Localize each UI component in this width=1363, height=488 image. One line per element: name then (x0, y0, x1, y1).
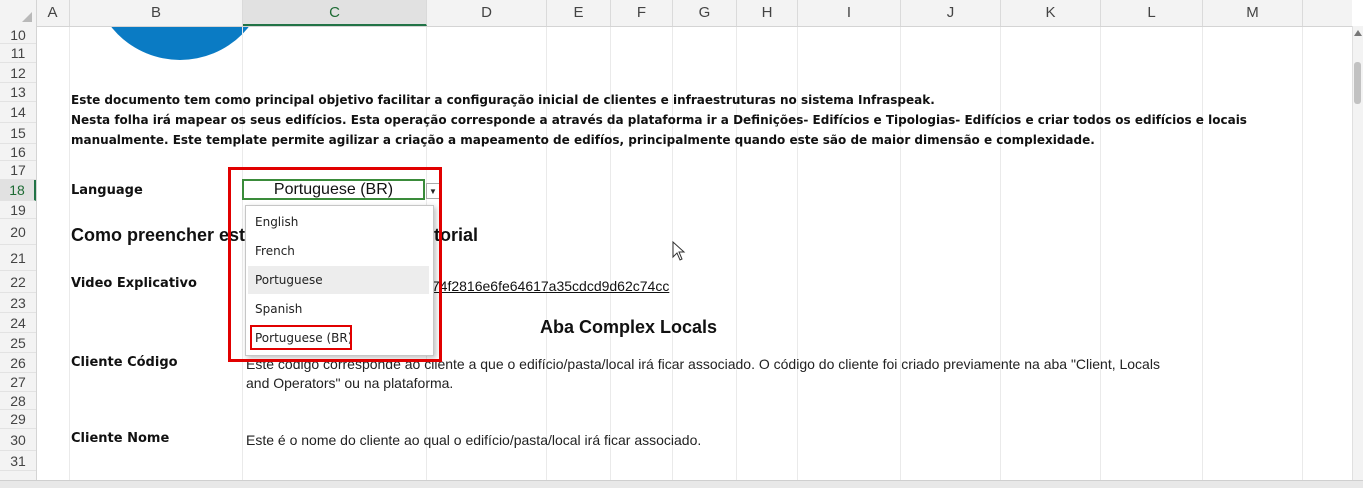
scrollbar-thumb[interactable] (1354, 62, 1361, 104)
language-label: Language (71, 183, 143, 198)
row-header[interactable]: 25 (0, 333, 36, 353)
column-header-i[interactable]: I (798, 0, 901, 26)
cliente-codigo-label: Cliente Código (71, 355, 178, 370)
row-header[interactable]: 23 (0, 293, 36, 313)
row-header[interactable]: 13 (0, 83, 36, 102)
gridline (1302, 26, 1303, 480)
gridline (1202, 26, 1203, 480)
description-line-3: manualmente. Este template permite agili… (71, 133, 1095, 147)
column-header-k[interactable]: K (1001, 0, 1101, 26)
column-header-d[interactable]: D (427, 0, 547, 26)
row-header[interactable]: 20 (0, 219, 36, 245)
row-header-active[interactable]: 18 (0, 180, 36, 201)
row-header[interactable]: 30 (0, 429, 36, 451)
column-header-g[interactable]: G (673, 0, 737, 26)
row-header[interactable]: 19 (0, 201, 36, 219)
column-header-m[interactable]: M (1203, 0, 1303, 26)
section-heading-left: Como preencher est (71, 225, 246, 245)
gridline (1100, 26, 1101, 480)
row-header[interactable]: 16 (0, 144, 36, 161)
column-header-j[interactable]: J (901, 0, 1001, 26)
highlight-box-portuguese-br (250, 325, 352, 350)
row-header[interactable]: 12 (0, 63, 36, 83)
gridline (1000, 26, 1001, 480)
cliente-codigo-text-2: and Operators" ou na plataforma. (246, 375, 454, 391)
row-header[interactable]: 14 (0, 102, 36, 123)
row-header[interactable]: 11 (0, 44, 36, 63)
description-line-1: Este documento tem como principal objeti… (71, 93, 935, 107)
row-header[interactable]: 24 (0, 313, 36, 333)
column-header-e[interactable]: E (547, 0, 611, 26)
row-header[interactable]: 21 (0, 245, 36, 271)
select-all-triangle-icon (22, 12, 32, 22)
column-header-b[interactable]: B (70, 0, 243, 26)
row-header[interactable]: 29 (0, 410, 36, 429)
row-header[interactable]: 17 (0, 161, 36, 180)
video-label: Video Explicativo (71, 276, 197, 291)
column-header-f[interactable]: F (611, 0, 673, 26)
column-header-a[interactable]: A (36, 0, 70, 26)
aba-complex-locals-title: Aba Complex Locals (540, 317, 718, 337)
column-header-h[interactable]: H (737, 0, 798, 26)
gridline (69, 26, 70, 480)
cliente-nome-label: Cliente Nome (71, 431, 170, 446)
mouse-pointer-icon (672, 241, 686, 261)
video-link[interactable]: /74f2816e6fe64617a35cdcd9d62c74cc (428, 278, 669, 294)
description-line-2: Nesta folha irá mapear os seus edifícios… (71, 113, 1247, 127)
scroll-up-arrow-icon[interactable] (1354, 30, 1362, 36)
row-header[interactable]: 27 (0, 373, 36, 392)
column-header-bar: A B C D E F G H I J K L M (0, 0, 1352, 27)
column-header-l[interactable]: L (1101, 0, 1203, 26)
row-header-bar: 10 11 12 13 14 15 16 17 18 19 20 21 22 2… (0, 26, 37, 480)
row-header[interactable]: 26 (0, 353, 36, 373)
row-header[interactable]: 15 (0, 123, 36, 144)
row-header[interactable]: 22 (0, 271, 36, 293)
row-header[interactable]: 31 (0, 451, 36, 471)
row-header[interactable]: 10 (0, 26, 36, 44)
row-header[interactable]: 28 (0, 392, 36, 410)
column-header-c[interactable]: C (243, 0, 427, 26)
cliente-nome-text: Este é o nome do cliente ao qual o edifí… (246, 432, 702, 448)
